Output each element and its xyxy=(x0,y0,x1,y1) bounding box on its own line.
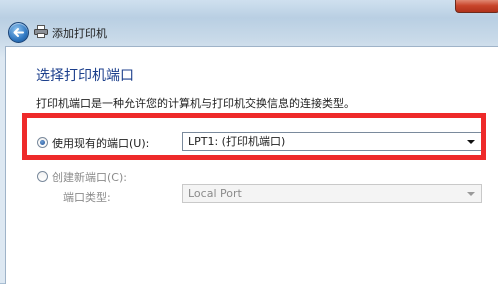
port-type-dropdown[interactable]: Local Port xyxy=(182,184,482,203)
create-new-port-radio[interactable] xyxy=(37,171,48,182)
port-type-value: Local Port xyxy=(188,187,242,200)
add-printer-window: 添加打印机 选择打印机端口 打印机端口是一种允许您的计算机与打印机交换信息的连接… xyxy=(0,0,498,284)
back-button[interactable] xyxy=(8,22,29,43)
printer-icon xyxy=(34,25,48,38)
wizard-content: 选择打印机端口 打印机端口是一种允许您的计算机与打印机交换信息的连接类型。 使用… xyxy=(5,46,498,284)
port-type-label: 端口类型: xyxy=(63,191,111,204)
window-title: 添加打印机 xyxy=(52,27,107,40)
back-arrow-icon xyxy=(13,28,24,37)
create-new-port-label[interactable]: 创建新端口(C): xyxy=(52,169,127,185)
close-button[interactable] xyxy=(455,0,498,13)
page-description: 打印机端口是一种允许您的计算机与打印机交换信息的连接类型。 xyxy=(36,97,355,110)
title-bar: 添加打印机 xyxy=(0,0,498,44)
page-heading: 选择打印机端口 xyxy=(36,68,134,84)
dropdown-arrow-icon xyxy=(467,192,475,196)
red-highlight-box xyxy=(22,113,486,160)
